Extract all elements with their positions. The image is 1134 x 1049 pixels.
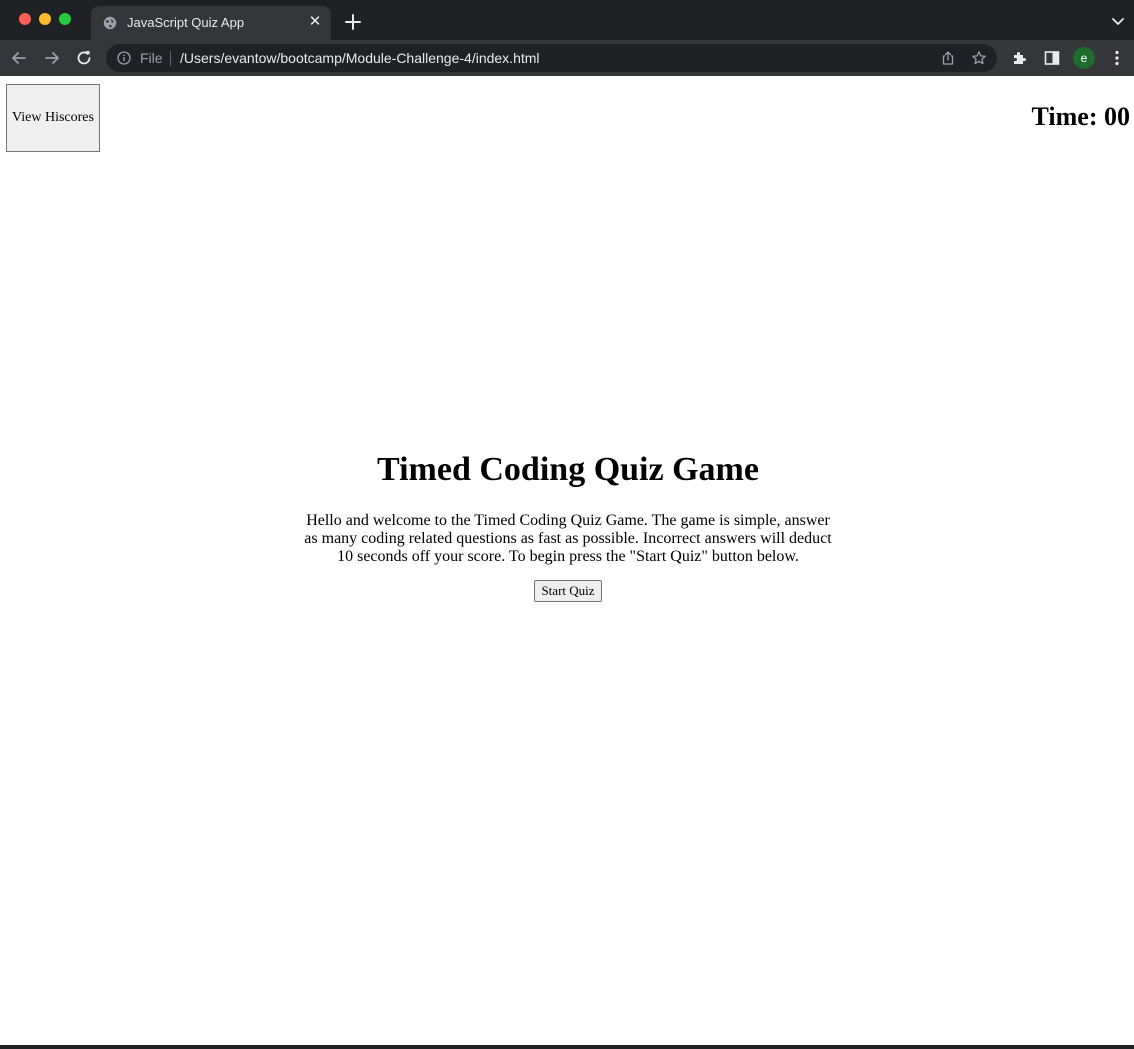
window-bottom-edge [0,1045,1134,1049]
start-quiz-button[interactable]: Start Quiz [534,580,602,602]
page-title: Timed Coding Quiz Game [377,451,759,488]
reload-icon[interactable] [74,48,94,68]
avatar[interactable]: e [1073,47,1095,69]
window-close-button[interactable] [19,13,31,25]
chevron-down-icon[interactable] [1110,13,1126,29]
intro-description: Hello and welcome to the Timed Coding Qu… [304,512,832,565]
globe-icon [103,16,117,30]
page-viewport: View Hiscores Time: 00 Timed Coding Quiz… [0,76,1134,1045]
puzzle-icon[interactable] [1011,49,1029,67]
address-bar[interactable]: File /Users/evantow/bootcamp/Module-Chal… [106,44,997,72]
view-hiscores-button[interactable]: View Hiscores [6,84,100,152]
browser-tab[interactable]: JavaScript Quiz App ✕ [91,6,331,40]
plus-icon[interactable] [342,11,364,33]
tab-strip: JavaScript Quiz App ✕ [0,0,1134,40]
intro-section: Timed Coding Quiz Game Hello and welcome… [302,450,834,602]
info-icon[interactable] [117,51,131,65]
browser-toolbar: File /Users/evantow/bootcamp/Module-Chal… [0,40,1134,76]
star-icon[interactable] [971,50,987,66]
tab-title: JavaScript Quiz App [127,15,245,30]
url-text[interactable]: /Users/evantow/bootcamp/Module-Challenge… [180,50,540,66]
share-icon[interactable] [940,50,956,66]
url-scheme-label: File [140,50,163,66]
kebab-menu-icon[interactable] [1108,49,1126,67]
window-minimize-button[interactable] [39,13,51,25]
close-icon[interactable]: ✕ [307,13,323,31]
back-icon[interactable] [9,48,29,68]
side-panel-icon[interactable] [1043,49,1061,67]
window-maximize-button[interactable] [59,13,71,25]
forward-icon[interactable] [42,48,62,68]
divider [170,51,171,66]
timer-display: Time: 00 [1031,102,1130,131]
